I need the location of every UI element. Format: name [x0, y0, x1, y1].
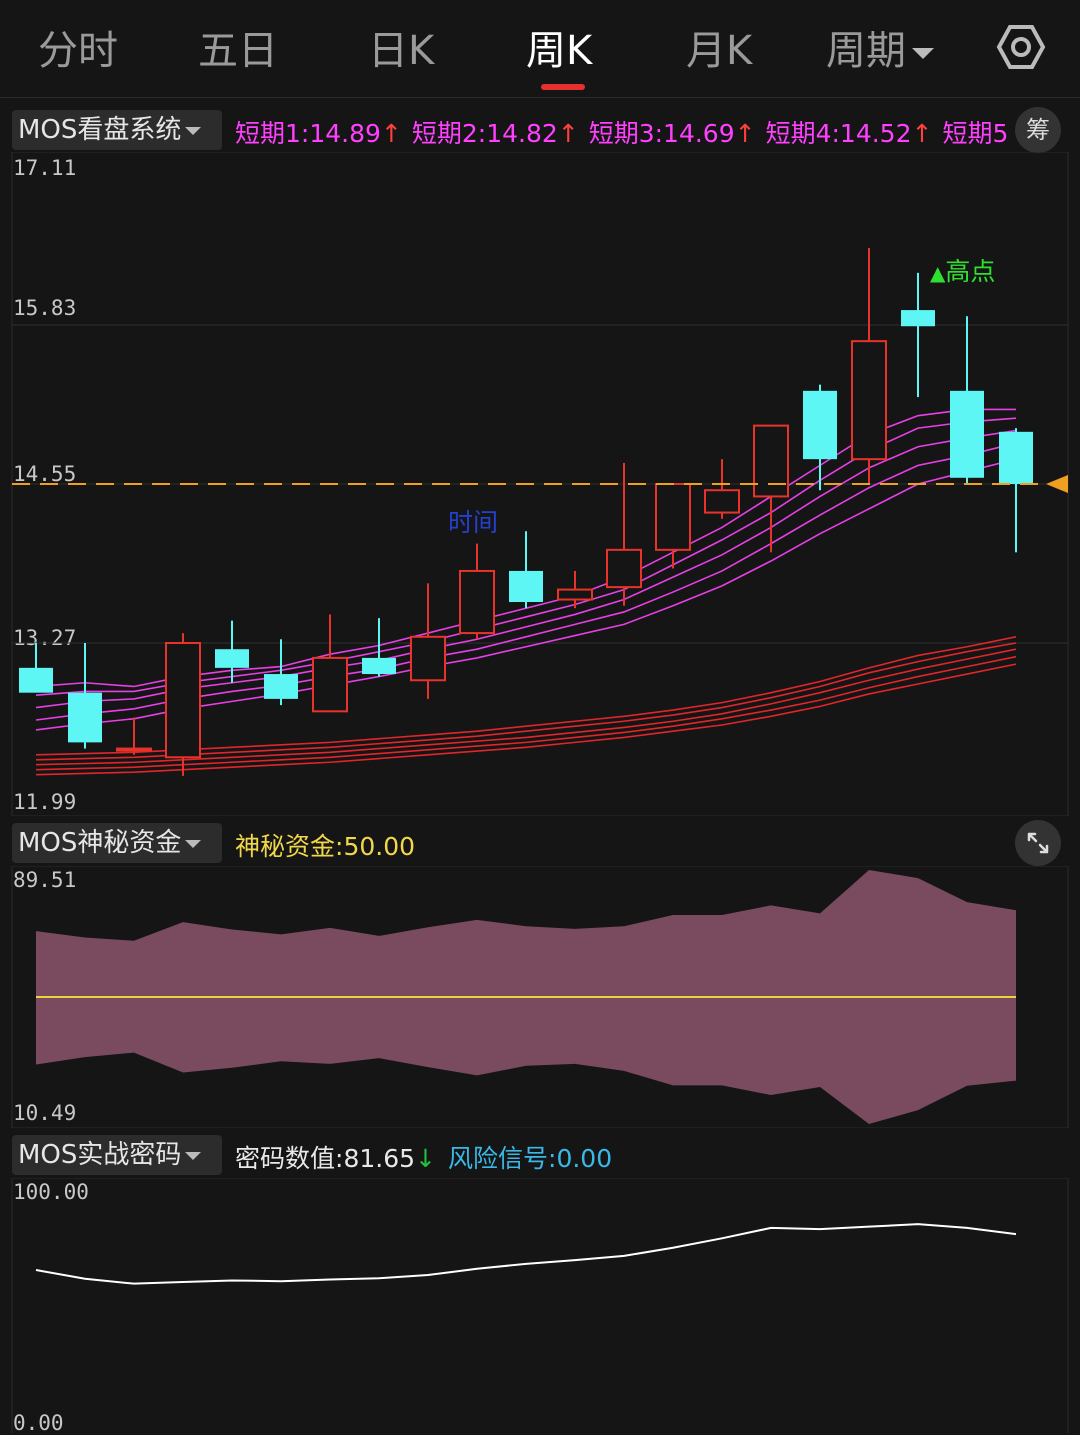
candle-body-up — [165, 642, 201, 759]
candle-body-up — [557, 588, 593, 601]
risk-signal-value: 0.00 — [556, 1144, 613, 1173]
annotation-high-label: 高点 — [945, 257, 996, 286]
tab-monthly-k[interactable]: 月K — [686, 18, 752, 76]
candle-body-up — [851, 340, 887, 461]
chips-button[interactable]: 筹 — [1015, 107, 1061, 153]
tab-intraday[interactable]: 分时 — [38, 18, 118, 76]
tab-five-day[interactable]: 五日 — [198, 18, 278, 76]
arrow-up-icon: ↑ — [380, 119, 402, 148]
annotation-high: ▲高点 — [930, 252, 995, 288]
chevron-down-icon — [185, 1151, 202, 1160]
candle-body-up — [704, 489, 740, 514]
candle-body-up — [410, 635, 446, 682]
candle-body-down — [950, 390, 984, 478]
ma-legend-item: 短期1:14.89 — [235, 119, 381, 148]
tabs-divider — [0, 97, 1080, 98]
bottom-legend: 密码数值:81.65↓ 风险信号:0.00 — [235, 1139, 612, 1175]
main-legend: 短期1:14.89↑ 短期2:14.82↑ 短期3:14.69↑ 短期4:14.52↑… — [235, 114, 1015, 150]
expand-arrows-icon[interactable] — [1015, 820, 1061, 866]
bottom-panel-frame — [11, 1178, 1069, 1433]
candle-body-down — [803, 390, 837, 460]
arrow-up-icon: ↑ — [557, 119, 579, 148]
candlestick-chart[interactable] — [0, 152, 1080, 816]
mid-legend: 神秘资金:50.00 — [235, 827, 415, 863]
arrow-up-icon: ↑ — [734, 119, 756, 148]
code-line-chart[interactable] — [0, 1178, 1080, 1433]
ma-legend-item: 短期5 — [942, 119, 1009, 148]
chevron-down-icon — [185, 126, 202, 135]
candle-body-down — [509, 570, 543, 603]
candle-body-up — [459, 569, 495, 635]
arrow-down-icon: ↓ — [415, 1144, 436, 1173]
mid-legend-name: 神秘资金 — [235, 832, 336, 861]
code-value-line — [35, 1223, 1017, 1285]
tab-weekly-k[interactable]: 周K — [526, 18, 592, 76]
candle-body-down — [999, 431, 1033, 484]
current-price-marker-icon — [1046, 475, 1068, 493]
code-value: 81.65 — [343, 1144, 416, 1173]
candle-body-up — [606, 548, 642, 589]
candle-body-down — [215, 649, 249, 668]
tab-period-dropdown[interactable]: 周期 — [826, 18, 934, 76]
chevron-down-icon — [912, 47, 934, 59]
period-tabs: 分时 五日 日K 周K 月K 周期 — [0, 0, 1080, 96]
active-tab-indicator — [541, 84, 585, 90]
candle-body-down — [362, 657, 396, 675]
ma-legend-item: 短期4:14.52 — [765, 119, 912, 148]
settings-gear-icon[interactable] — [996, 22, 1046, 72]
mid-indicator-selector[interactable]: MOS神秘资金 — [12, 823, 222, 863]
arrow-up-icon: ↑ — [911, 119, 933, 148]
capital-band-chart[interactable] — [0, 866, 1080, 1128]
candle-body-up — [116, 747, 152, 752]
tab-daily-k[interactable]: 日K — [368, 18, 434, 76]
main-indicator-selector[interactable]: MOS看盘系统 — [12, 110, 222, 150]
ma-legend-item: 短期3:14.69 — [588, 119, 735, 148]
ma-legend-item: 短期2:14.82 — [411, 119, 558, 148]
candle-body-down — [68, 692, 102, 743]
main-indicator-label: MOS看盘系统 — [18, 115, 182, 145]
risk-signal-name: 风险信号 — [447, 1144, 548, 1173]
code-value-name: 密码数值 — [235, 1144, 336, 1173]
candle-body-down — [19, 667, 53, 693]
bottom-indicator-label: MOS实战密码 — [18, 1140, 182, 1170]
tab-period-label: 周期 — [826, 28, 906, 74]
chevron-down-icon — [185, 839, 202, 848]
candle-body-up — [655, 483, 691, 551]
candle-body-up — [753, 424, 789, 498]
annotation-time: 时间 — [448, 508, 499, 537]
candle-body-down — [264, 674, 298, 699]
high-marker-icon: ▲ — [930, 261, 946, 285]
mid-legend-value: 50.00 — [343, 832, 416, 861]
mid-indicator-label: MOS神秘资金 — [18, 828, 182, 858]
candle-body-down — [901, 310, 935, 327]
candle-body-up — [312, 656, 348, 713]
bottom-indicator-selector[interactable]: MOS实战密码 — [12, 1135, 222, 1175]
